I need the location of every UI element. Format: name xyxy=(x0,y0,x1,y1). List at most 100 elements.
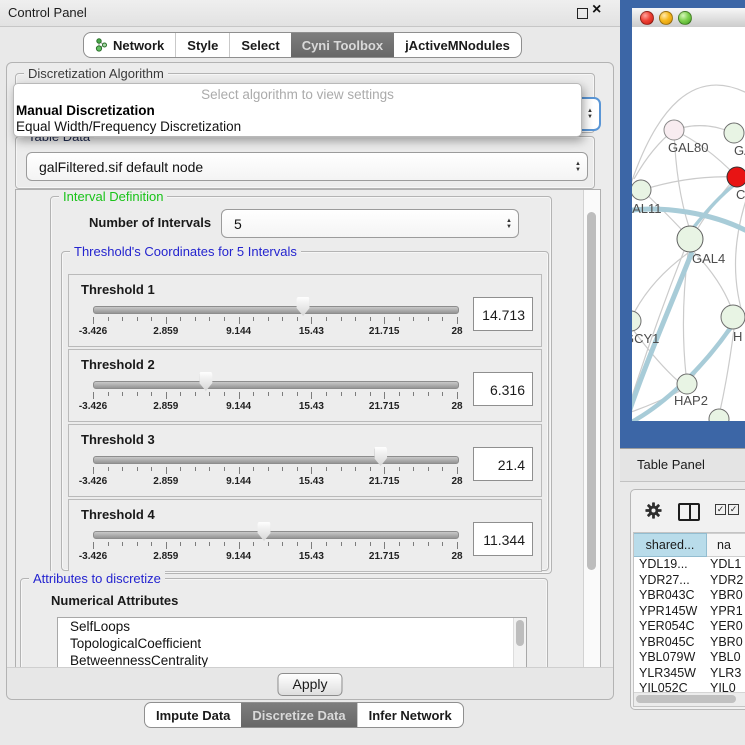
threshold-value-field[interactable]: 21.4 xyxy=(473,447,533,481)
table-cell[interactable]: YBR0 xyxy=(706,635,745,651)
slider-track[interactable] xyxy=(93,456,459,464)
table-row[interactable]: YPR145WYPR1 xyxy=(634,604,745,620)
slider-ticks xyxy=(93,392,457,400)
group-title: Interval Definition xyxy=(59,189,167,204)
column-selector-icon[interactable] xyxy=(678,503,700,521)
network-node-GAL80[interactable] xyxy=(664,120,684,140)
table-row[interactable]: YDL19...YDL1 xyxy=(634,557,745,573)
algorithm-dropdown-list: Select algorithm to view settings Manual… xyxy=(13,83,582,137)
tab-cyni-toolbox[interactable]: Cyni Toolbox xyxy=(291,33,394,57)
table-cell[interactable]: YER0 xyxy=(706,619,745,635)
close-icon[interactable]: × xyxy=(592,1,601,19)
number-of-intervals-label: Number of Intervals xyxy=(89,215,211,230)
numerical-attributes-list[interactable]: SelfLoopsTopologicalCoefficientBetweenne… xyxy=(57,617,527,669)
threshold-label: Threshold 1 xyxy=(81,282,155,297)
table-cell[interactable]: YBL079W xyxy=(634,650,706,666)
table-cell[interactable]: YDL19... xyxy=(634,557,706,573)
threshold-value-field[interactable]: 11.344 xyxy=(473,522,533,556)
dropdown-option-manual-discretization[interactable]: Manual Discretization xyxy=(16,103,155,118)
numerical-attributes-label: Numerical Attributes xyxy=(51,593,178,608)
table-cell[interactable]: YDL1 xyxy=(706,557,745,573)
scrollbar-thumb[interactable] xyxy=(587,212,596,570)
network-node-node-red-selected[interactable] xyxy=(727,167,745,187)
interval-definition-group: Interval Definition Number of Intervals … xyxy=(50,196,552,574)
table-row[interactable]: YDR27...YDR2 xyxy=(634,573,745,589)
network-node-node-top-right[interactable] xyxy=(724,123,744,143)
slider-track[interactable] xyxy=(93,381,459,389)
table-cell[interactable]: YPR1 xyxy=(706,604,745,620)
network-node-node-bottom-partial[interactable] xyxy=(709,409,729,421)
slider-tick-labels: -3.4262.8599.14415.4321.71528 xyxy=(93,401,457,413)
table-cell[interactable]: YDR27... xyxy=(634,573,706,589)
threshold-panel: Threshold 4 -3.4262.8599.14415.4321.7152… xyxy=(68,499,542,572)
network-window-titlebar[interactable] xyxy=(632,8,745,28)
gear-icon[interactable] xyxy=(645,502,662,519)
threshold-slider[interactable]: -3.4262.8599.14415.4321.71528 xyxy=(93,447,457,491)
tab-discretize-data[interactable]: Discretize Data xyxy=(241,703,356,727)
threshold-panel: Threshold 3 -3.4262.8599.14415.4321.7152… xyxy=(68,424,542,497)
table-cell[interactable]: YBL0 xyxy=(706,650,745,666)
number-of-intervals-combobox[interactable]: 5 ▲▼ xyxy=(221,209,519,238)
float-window-icon[interactable] xyxy=(577,8,588,19)
zoom-traffic-light[interactable] xyxy=(678,11,692,25)
list-scrollbar[interactable] xyxy=(513,618,526,669)
network-node-GCY1[interactable] xyxy=(632,311,641,331)
table-cell[interactable]: YLR345W xyxy=(634,666,706,682)
tab-style[interactable]: Style xyxy=(175,33,229,57)
tab-impute-data[interactable]: Impute Data xyxy=(145,703,241,727)
attribute-item[interactable]: TopologicalCoefficient xyxy=(58,635,526,652)
scrollbar-thumb[interactable] xyxy=(636,695,736,703)
slider-ticks xyxy=(93,542,457,550)
dropdown-option-equal-width[interactable]: Equal Width/Frequency Discretization xyxy=(16,119,241,134)
threshold-slider[interactable]: -3.4262.8599.14415.4321.71528 xyxy=(93,372,457,416)
table-row[interactable]: YER054CYER0 xyxy=(634,619,745,635)
table-row[interactable]: YBR043CYBR0 xyxy=(634,588,745,604)
apply-button[interactable]: Apply xyxy=(277,673,342,696)
threshold-slider[interactable]: -3.4262.8599.14415.4321.71528 xyxy=(93,297,457,341)
threshold-value-field[interactable]: 14.713 xyxy=(473,297,533,331)
table-row[interactable]: YBR045CYBR0 xyxy=(634,635,745,651)
table-row[interactable]: YLR345WYLR3 xyxy=(634,666,745,682)
cyni-toolbox-panel: Discretization Algorithm ▲▼ Table Data g… xyxy=(6,62,614,700)
network-node-node-H[interactable] xyxy=(721,305,745,329)
table-row[interactable]: YBL079WYBL0 xyxy=(634,650,745,666)
minimize-traffic-light[interactable] xyxy=(659,11,673,25)
column-header-name[interactable]: na xyxy=(707,533,745,557)
apply-bar: Apply xyxy=(7,667,613,699)
tab-select[interactable]: Select xyxy=(229,33,290,57)
dropdown-prompt-option[interactable]: Select algorithm to view settings xyxy=(14,87,581,102)
horizontal-scrollbar[interactable] xyxy=(634,692,745,706)
table-cell[interactable]: YDR2 xyxy=(706,573,745,589)
slider-track[interactable] xyxy=(93,531,459,539)
checkbox-pair-icon[interactable]: ✓ ✓ xyxy=(715,504,739,515)
combo-stepper-icon: ▲▼ xyxy=(575,161,581,173)
threshold-panel: Threshold 1 -3.4262.8599.14415.4321.7152… xyxy=(68,274,542,347)
threshold-slider[interactable]: -3.4262.8599.14415.4321.71528 xyxy=(93,522,457,566)
tab-network[interactable]: Network xyxy=(84,33,175,57)
node-table: shared... na YDL19...YDL1YDR27...YDR2YBR… xyxy=(633,532,745,707)
attributes-group: Attributes to discretize Numerical Attri… xyxy=(20,578,548,669)
network-node-GAL11[interactable] xyxy=(632,180,651,200)
attribute-item[interactable]: SelfLoops xyxy=(58,618,526,635)
table-cell[interactable]: YBR045C xyxy=(634,635,706,651)
table-cell[interactable]: YBR0 xyxy=(706,588,745,604)
tab-jactivemnodules[interactable]: jActiveMNodules xyxy=(394,33,521,57)
threshold-label: Threshold 4 xyxy=(81,507,155,522)
network-node-GAL4[interactable] xyxy=(677,226,703,252)
slider-track[interactable] xyxy=(93,306,459,314)
network-node-HAP2[interactable] xyxy=(677,374,697,394)
network-canvas[interactable]: GAL80GACGAL11GAL4GCY1HHAP2 xyxy=(632,27,745,421)
table-cell[interactable]: YER054C xyxy=(634,619,706,635)
node-label-HAP2: HAP2 xyxy=(674,393,708,408)
column-header-shared-name[interactable]: shared... xyxy=(634,533,707,557)
table-cell[interactable]: YLR3 xyxy=(706,666,745,682)
scrollbar-thumb[interactable] xyxy=(516,620,524,646)
table-data-combobox[interactable]: galFiltered.sif default node ▲▼ xyxy=(26,152,588,181)
vertical-scrollbar[interactable] xyxy=(583,190,600,668)
threshold-value-field[interactable]: 6.316 xyxy=(473,372,533,406)
close-traffic-light[interactable] xyxy=(640,11,654,25)
table-cell[interactable]: YBR043C xyxy=(634,588,706,604)
tab-infer-network[interactable]: Infer Network xyxy=(357,703,463,727)
table-cell[interactable]: YPR145W xyxy=(634,604,706,620)
node-label-GAL80: GAL80 xyxy=(668,140,708,155)
